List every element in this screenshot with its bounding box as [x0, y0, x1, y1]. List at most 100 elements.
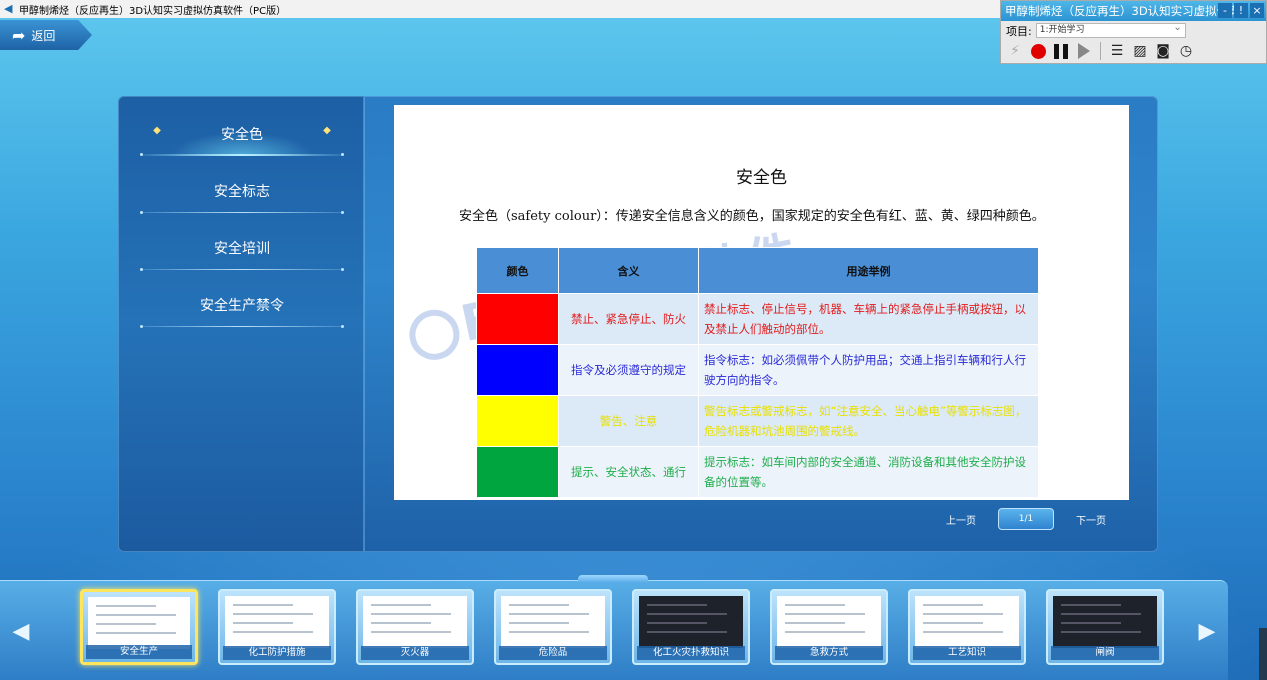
thumbnail-item[interactable]: 灭火器: [356, 589, 474, 665]
pager: 上一页 1/1 下一页: [946, 508, 1106, 530]
divider: [140, 268, 344, 271]
divider: [140, 325, 344, 328]
preview-line: [1061, 622, 1121, 624]
preview-line: [1061, 631, 1141, 633]
pause-button[interactable]: [1051, 41, 1071, 61]
record-button[interactable]: [1028, 41, 1048, 61]
preview-line: [647, 604, 707, 606]
thumbnail-preview: [88, 597, 190, 649]
thumbnail-item[interactable]: 急救方式: [770, 589, 888, 665]
thumbnail-preview: [639, 596, 743, 648]
thumbnail-item[interactable]: 化工防护措施: [218, 589, 336, 665]
preview-line: [371, 613, 451, 615]
thumbnail-preview: [777, 596, 881, 648]
table-row: 提示、安全状态、通行 提示标志：如车间内部的安全通道、消防设备和其他安全防护设备的…: [476, 446, 1039, 498]
scroll-left-button[interactable]: ◀: [0, 585, 42, 677]
usage-cell: 提示标志：如车间内部的安全通道、消防设备和其他安全防护设备的位置等。: [698, 446, 1039, 498]
page-indicator: 1/1: [998, 508, 1054, 530]
meaning-cell: 指令及必须遵守的规定: [558, 344, 699, 396]
toolbar-divider: [1100, 42, 1101, 60]
preview-line: [509, 631, 589, 633]
help-button[interactable]: !: [1234, 3, 1248, 18]
recorder-title: 甲醇制烯烃（反应再生）3D认知实习虚拟仿真: [1005, 4, 1240, 18]
record-icon: [1030, 43, 1046, 59]
back-button[interactable]: ➦ 返回: [0, 20, 92, 50]
preview-line: [647, 613, 727, 615]
thumbnail-caption: 化工火灾扑救知识: [637, 646, 745, 660]
bar-notch: [578, 575, 648, 583]
sidebar-item-safety-training[interactable]: 安全培训: [140, 234, 344, 274]
recorder-panel: 甲醇制烯烃（反应再生）3D认知实习虚拟仿真 - ! × 项目: 1:开始学习 ⚡…: [1000, 0, 1267, 64]
preview-line: [96, 605, 156, 607]
clock-icon[interactable]: ◷: [1176, 41, 1196, 61]
content-panel: BP 欧倍尔软件 安全色 安全色（safety colour）：传递安全信息含义…: [364, 96, 1158, 552]
pause-icon: [1054, 43, 1068, 59]
preview-line: [96, 632, 176, 634]
minimize-button[interactable]: -: [1218, 3, 1232, 18]
thumbnail-preview: [915, 596, 1019, 648]
preview-line: [1061, 604, 1121, 606]
chevron-left-icon: ◀: [12, 618, 30, 644]
lightning-icon[interactable]: ⚡: [1005, 41, 1025, 61]
thumbnail-preview: [1053, 596, 1157, 648]
chart-icon[interactable]: ▨: [1130, 41, 1150, 61]
preview-line: [647, 631, 727, 633]
side-tab[interactable]: [1259, 628, 1267, 680]
thumbnail-item[interactable]: 危险品: [494, 589, 612, 665]
preview-line: [1061, 613, 1141, 615]
safety-color-table: 颜色 含义 用途举例 禁止、紧急停止、防火 禁止标志、停止信号，机器、车辆上的紧急…: [476, 247, 1039, 498]
preview-line: [233, 613, 313, 615]
window-title: 甲醇制烯烃（反应再生）3D认知实习虚拟仿真软件（PC版）: [19, 5, 287, 17]
close-button[interactable]: ×: [1250, 3, 1264, 18]
thumbnail-item[interactable]: 工艺知识: [908, 589, 1026, 665]
color-swatch: [476, 293, 559, 345]
prev-page-button[interactable]: 上一页: [946, 512, 976, 527]
preview-line: [509, 613, 589, 615]
sparkle-icon: ◆: [323, 125, 331, 136]
sidebar-item-label: 安全培训: [214, 241, 270, 257]
project-row: 项目: 1:开始学习: [1001, 21, 1266, 40]
thumbnail-item[interactable]: 安全生产: [80, 589, 198, 665]
thumbnail-caption: 闸阀: [1051, 646, 1159, 660]
sidebar-item-safety-prohibitions[interactable]: 安全生产禁令: [140, 291, 344, 331]
play-button[interactable]: [1074, 41, 1094, 61]
thumbnail-item[interactable]: 闸阀: [1046, 589, 1164, 665]
preview-line: [96, 614, 176, 616]
project-select[interactable]: 1:开始学习: [1035, 21, 1186, 38]
thumbnail-preview: [501, 596, 605, 648]
preview-line: [785, 631, 865, 633]
window-controls: - ! ×: [1218, 3, 1264, 18]
sparkle-icon: ◆: [153, 125, 161, 136]
thumbnail-preview: [225, 596, 329, 648]
preview-line: [923, 613, 1003, 615]
preview-line: [509, 604, 569, 606]
preview-line: [371, 604, 431, 606]
list-icon[interactable]: ☰: [1107, 41, 1127, 61]
column-header: 用途举例: [698, 247, 1039, 294]
preview-line: [785, 613, 865, 615]
sidebar-item-safety-color[interactable]: ◆ 安全色 ◆: [140, 120, 344, 160]
next-page-button[interactable]: 下一页: [1076, 512, 1106, 527]
content-description: 安全色（safety colour）：传递安全信息含义的颜色，国家规定的安全色有…: [459, 209, 1045, 224]
color-swatch: [476, 344, 559, 396]
preview-line: [233, 631, 313, 633]
table-row: 指令及必须遵守的规定 指令标志：如必须佩带个人防护用品；交通上指引车辆和行人行驶方…: [476, 344, 1039, 396]
preview-line: [96, 623, 156, 625]
usage-cell: 指令标志：如必须佩带个人防护用品；交通上指引车辆和行人行驶方向的指令。: [698, 344, 1039, 396]
scroll-right-button[interactable]: ▶: [1186, 585, 1228, 677]
preview-line: [785, 622, 845, 624]
sidebar-item-label: 安全生产禁令: [200, 298, 284, 314]
table-row: 禁止、紧急停止、防火 禁止标志、停止信号，机器、车辆上的紧急停止手柄或按钮，以及禁…: [476, 293, 1039, 345]
camera-icon[interactable]: ◙: [1153, 41, 1173, 61]
meaning-cell: 禁止、紧急停止、防火: [558, 293, 699, 345]
thumbnail-caption: 危险品: [499, 646, 607, 660]
recorder-title-bar: 甲醇制烯烃（反应再生）3D认知实习虚拟仿真 - ! ×: [1001, 1, 1266, 21]
chevron-right-icon: ▶: [1198, 618, 1216, 644]
divider: [140, 153, 344, 156]
thumbnail-item[interactable]: 化工火灾扑救知识: [632, 589, 750, 665]
sidebar-item-safety-sign[interactable]: 安全标志: [140, 177, 344, 217]
table-body: 禁止、紧急停止、防火 禁止标志、停止信号，机器、车辆上的紧急停止手柄或按钮，以及禁…: [476, 293, 1039, 498]
divider: [140, 211, 344, 214]
recorder-toolbar: ⚡ ☰ ▨ ◙ ◷: [1001, 40, 1266, 62]
usage-cell: 禁止标志、停止信号，机器、车辆上的紧急停止手柄或按钮，以及禁止人们触动的部位。: [698, 293, 1039, 345]
